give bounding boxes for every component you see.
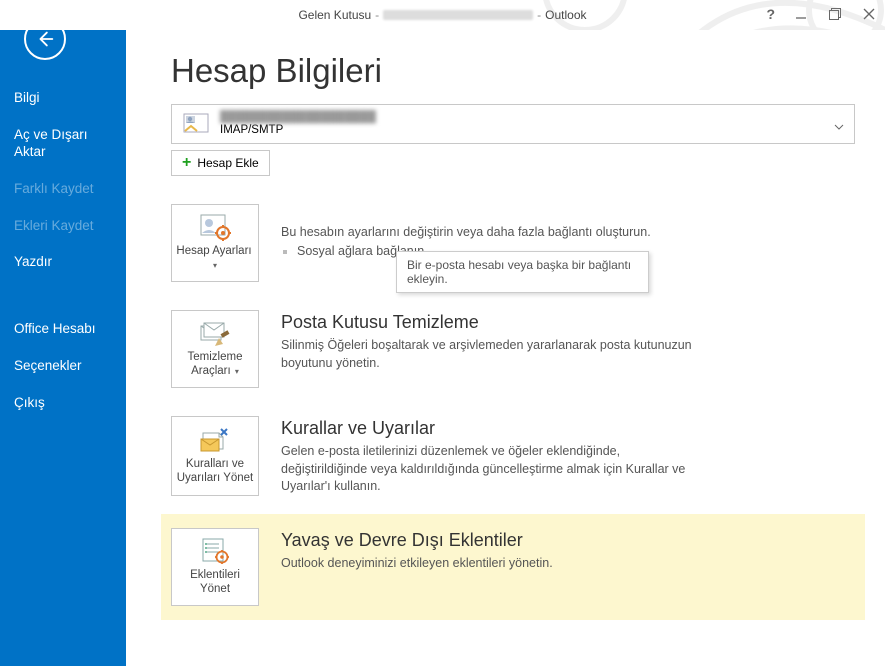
account-selector[interactable]: ████████████████████ IMAP/SMTP (171, 104, 855, 144)
addins-icon (199, 537, 231, 565)
section-addins: Eklentileri Yönet Yavaş ve Devre Dışı Ek… (161, 514, 865, 620)
section-title: Posta Kutusu Temizleme (281, 312, 855, 333)
sidebar-item-office-account[interactable]: Office Hesabı (0, 311, 126, 348)
section-description: Bu hesabın ayarlarını değiştirin veya da… (281, 224, 701, 242)
chevron-down-icon: ▾ (233, 367, 239, 376)
help-button[interactable]: ? (766, 6, 775, 22)
account-settings-icon (199, 213, 231, 241)
title-separator: - (375, 8, 379, 22)
title-prefix: Gelen Kutusu (298, 8, 371, 22)
sidebar-item-info[interactable]: Bilgi (0, 80, 126, 117)
titlebar: Gelen Kutusu - - Outlook ? (0, 0, 885, 30)
account-text: ████████████████████ IMAP/SMTP (220, 111, 376, 138)
sidebar: Bilgi Aç ve Dışarı Aktar Farklı Kaydet E… (0, 30, 126, 666)
rules-label: Kuralları ve Uyarıları Yönet (176, 458, 254, 486)
sidebar-item-exit[interactable]: Çıkış (0, 385, 126, 422)
add-account-button[interactable]: + Hesap Ekle (171, 150, 270, 176)
plus-icon: + (182, 155, 191, 171)
sidebar-item-options[interactable]: Seçenekler (0, 348, 126, 385)
cleanup-label: Temizleme Araçları ▾ (176, 351, 254, 379)
account-protocol: IMAP/SMTP (220, 124, 376, 138)
section-text: Yavaş ve Devre Dışı Eklentiler Outlook d… (281, 528, 855, 606)
back-button[interactable] (24, 18, 66, 60)
section-cleanup: Temizleme Araçları ▾ Posta Kutusu Temizl… (171, 300, 855, 398)
title-suffix: Outlook (545, 8, 586, 22)
section-title: Yavaş ve Devre Dışı Eklentiler (281, 530, 855, 551)
window-buttons (791, 4, 879, 24)
account-icon (182, 110, 210, 138)
account-settings-label: Hesap Ayarları ▾ (176, 245, 254, 273)
add-account-tooltip: Bir e-posta hesabı veya başka bir bağlan… (396, 251, 649, 293)
section-description: Silinmiş Öğeleri boşaltarak ve arşivleme… (281, 337, 701, 372)
chevron-down-icon: ▾ (213, 261, 217, 270)
section-title: Kurallar ve Uyarılar (281, 418, 855, 439)
addins-label: Eklentileri Yönet (176, 569, 254, 597)
section-description: Gelen e-posta iletilerinizi düzenlemek v… (281, 443, 701, 496)
title-email-redacted (383, 10, 533, 20)
sidebar-item-print[interactable]: Yazdır (0, 244, 126, 281)
add-account-label: Hesap Ekle (197, 156, 258, 170)
title-separator: - (537, 8, 541, 22)
page-title: Hesap Bilgileri (171, 52, 855, 90)
account-settings-button[interactable]: Hesap Ayarları ▾ (171, 204, 259, 282)
window-title: Gelen Kutusu - - Outlook (298, 8, 586, 22)
sidebar-item-save-attachments: Ekleri Kaydet (0, 208, 126, 245)
section-text: Posta Kutusu Temizleme Silinmiş Öğeleri … (281, 310, 855, 388)
restore-button[interactable] (825, 4, 845, 24)
rules-icon (199, 426, 231, 454)
sidebar-item-open-export[interactable]: Aç ve Dışarı Aktar (0, 117, 126, 171)
manage-addins-button[interactable]: Eklentileri Yönet (171, 528, 259, 606)
rules-alerts-button[interactable]: Kuralları ve Uyarıları Yönet (171, 416, 259, 496)
chevron-down-icon (834, 119, 844, 137)
cleanup-tools-button[interactable]: Temizleme Araçları ▾ (171, 310, 259, 388)
minimize-button[interactable] (791, 4, 811, 24)
sidebar-item-save-as: Farklı Kaydet (0, 171, 126, 208)
account-email-redacted: ████████████████████ (220, 111, 376, 124)
section-description: Outlook deneyiminizi etkileyen eklentile… (281, 555, 701, 573)
section-rules: Kuralları ve Uyarıları Yönet Kurallar ve… (171, 406, 855, 506)
close-button[interactable] (859, 4, 879, 24)
content-area: Hesap Bilgileri ████████████████████ IMA… (126, 30, 885, 666)
section-text: Kurallar ve Uyarılar Gelen e-posta ileti… (281, 416, 855, 496)
cleanup-icon (199, 319, 231, 347)
